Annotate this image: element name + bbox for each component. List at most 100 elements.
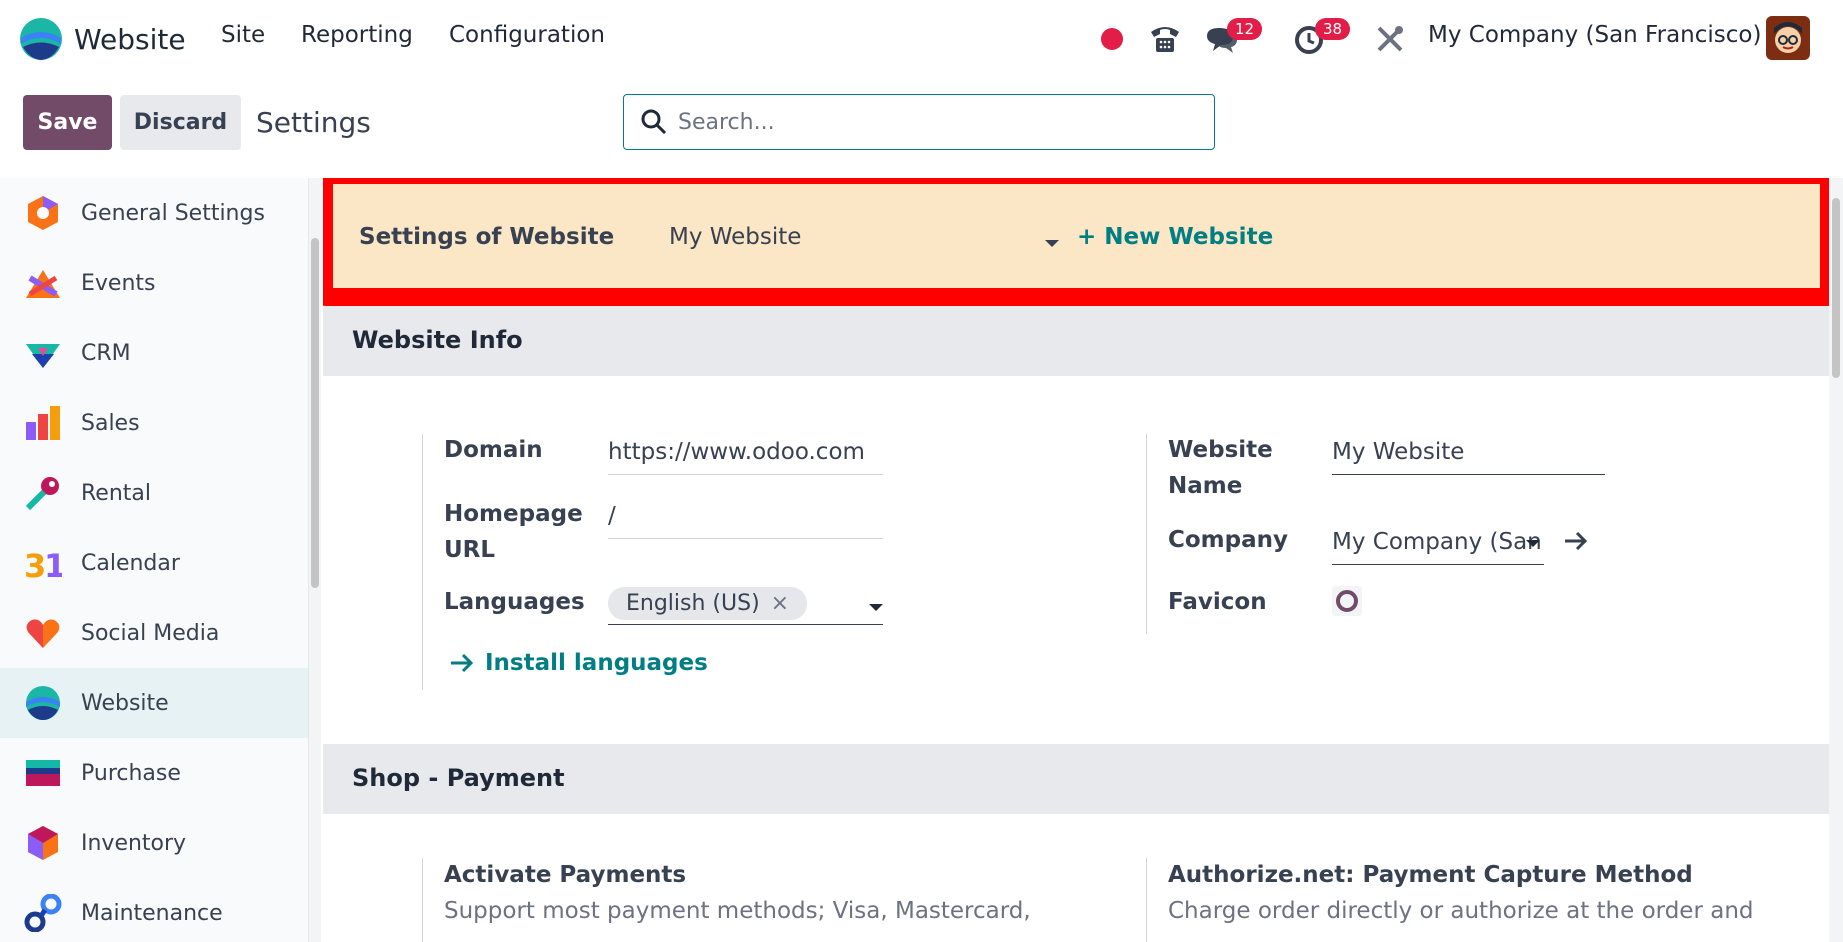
website-selector-label: Settings of Website: [359, 224, 615, 250]
authorize-capture-description: Charge order directly or authorize at th…: [1168, 898, 1754, 924]
sidebar-item-label: Purchase: [81, 760, 181, 786]
favicon-image[interactable]: [1332, 586, 1362, 616]
homepage-url-field[interactable]: /: [608, 498, 883, 539]
page-title: Settings: [256, 106, 371, 139]
divider: [422, 858, 423, 942]
sidebar-item-rental[interactable]: Rental: [0, 458, 308, 528]
domain-field[interactable]: https://www.odoo.com: [608, 434, 883, 475]
section-shop-payment: Shop - Payment: [323, 744, 1829, 814]
sidebar-item-events[interactable]: Events: [0, 248, 308, 318]
control-panel: Save Discard Settings: [0, 78, 1843, 179]
languages-label: Languages: [444, 589, 585, 615]
calendar-icon: 3 1: [24, 547, 62, 582]
menu-configuration[interactable]: Configuration: [449, 22, 605, 48]
activate-payments-description: Support most payment methods; Visa, Mast…: [444, 898, 1031, 924]
sidebar-item-label: General Settings: [81, 200, 265, 226]
divider: [1146, 858, 1147, 942]
install-languages-label: Install languages: [485, 650, 708, 676]
settings-content: Settings of Website My Website + New Web…: [323, 178, 1829, 942]
sidebar-item-maintenance[interactable]: Maintenance: [0, 878, 308, 942]
maintenance-icon: [24, 894, 62, 932]
website-selector-highlight: Settings of Website My Website + New Web…: [323, 178, 1829, 306]
menu-site[interactable]: Site: [221, 22, 265, 48]
website-name-field[interactable]: My Website: [1332, 434, 1605, 475]
events-icon: [26, 270, 60, 298]
company-label: Company: [1168, 527, 1288, 553]
sidebar-item-social-media[interactable]: Social Media: [0, 598, 308, 668]
messages-badge: 12: [1227, 18, 1263, 40]
caret-down-icon[interactable]: [1526, 540, 1540, 547]
odoo-favicon-icon: [1336, 590, 1358, 612]
website-select[interactable]: My Website: [669, 224, 1064, 259]
sidebar-scrollbar-thumb[interactable]: [311, 238, 319, 588]
sidebar-item-label: Rental: [81, 480, 151, 506]
arrow-right-icon: [451, 653, 474, 673]
sidebar-item-label: Events: [81, 270, 156, 296]
user-avatar[interactable]: [1766, 16, 1810, 60]
sidebar-item-label: Social Media: [81, 620, 220, 646]
internal-link-arrow-icon[interactable]: [1563, 530, 1589, 552]
sidebar-item-calendar[interactable]: 3 1 Calendar: [0, 528, 308, 598]
avatar-icon: [1766, 16, 1810, 60]
section-title: Shop - Payment: [352, 764, 565, 792]
section-website-info: Website Info: [323, 306, 1829, 376]
tools-icon[interactable]: [1375, 24, 1405, 54]
sidebar-item-label: Sales: [81, 410, 140, 436]
sales-icon: [26, 406, 60, 440]
sidebar-item-purchase[interactable]: Purchase: [0, 738, 308, 808]
sidebar-item-label: CRM: [81, 340, 131, 366]
domain-value: https://www.odoo.com: [608, 439, 865, 465]
activate-payments-title: Activate Payments: [444, 862, 687, 888]
content-scrollbar[interactable]: [1829, 178, 1843, 942]
sidebar-item-sales[interactable]: Sales: [0, 388, 308, 458]
sidebar-item-crm[interactable]: CRM: [0, 318, 308, 388]
sidebar-item-inventory[interactable]: Inventory: [0, 808, 308, 878]
status-dot-icon[interactable]: [1101, 28, 1123, 50]
content-scrollbar-thumb[interactable]: [1832, 198, 1840, 378]
search-input[interactable]: [676, 105, 1200, 139]
sidebar-item-label: Maintenance: [81, 900, 223, 926]
sidebar-item-label: Calendar: [81, 550, 180, 576]
discard-button[interactable]: Discard: [120, 95, 241, 150]
section-title: Website Info: [352, 326, 523, 354]
sidebar-item-general-settings[interactable]: General Settings: [0, 178, 308, 248]
messages-button[interactable]: 12: [1205, 18, 1285, 58]
menu-reporting[interactable]: Reporting: [301, 22, 413, 48]
homepage-url-value: /: [608, 503, 616, 529]
sidebar-item-label: Website: [81, 690, 169, 716]
general-settings-icon: [28, 196, 58, 230]
save-button[interactable]: Save: [23, 95, 112, 150]
website-name-label-line2: Name: [1168, 473, 1243, 499]
search-icon: [641, 109, 667, 135]
app-name: Website: [74, 22, 186, 56]
website-name-label-line1: Website: [1168, 437, 1273, 463]
rental-icon: [25, 477, 59, 511]
search-box[interactable]: [623, 94, 1215, 150]
social-media-icon: [26, 619, 60, 648]
caret-down-icon[interactable]: [1045, 240, 1059, 247]
settings-sidebar: General Settings Events CRM Sales Rental…: [0, 178, 309, 942]
install-languages-link[interactable]: Install languages: [449, 650, 708, 676]
remove-tag-icon[interactable]: ×: [771, 591, 789, 616]
authorize-capture-title: Authorize.net: Payment Capture Method: [1168, 862, 1693, 888]
inventory-icon: [28, 826, 58, 860]
website-select-value: My Website: [669, 224, 802, 250]
activities-button[interactable]: 38: [1293, 18, 1373, 58]
sidebar-item-website[interactable]: Website: [0, 668, 308, 738]
new-website-button[interactable]: + New Website: [1077, 224, 1273, 250]
domain-label: Domain: [444, 437, 543, 463]
phone-icon[interactable]: [1148, 22, 1182, 56]
divider: [1146, 434, 1147, 634]
activities-badge: 38: [1315, 18, 1351, 40]
top-navbar: Website Site Reporting Configuration 12 …: [0, 0, 1843, 78]
company-switcher[interactable]: My Company (San Francisco): [1428, 22, 1761, 48]
homepage-label-line2: URL: [444, 537, 496, 563]
app-brand[interactable]: Website: [18, 16, 186, 62]
caret-down-icon[interactable]: [869, 604, 883, 611]
company-field[interactable]: My Company (San: [1332, 524, 1544, 565]
sidebar-scrollbar[interactable]: [309, 178, 321, 942]
purchase-icon: [26, 760, 60, 786]
website-icon: [26, 686, 60, 720]
crm-icon: [26, 344, 60, 368]
language-tag[interactable]: English (US) ×: [608, 587, 808, 620]
